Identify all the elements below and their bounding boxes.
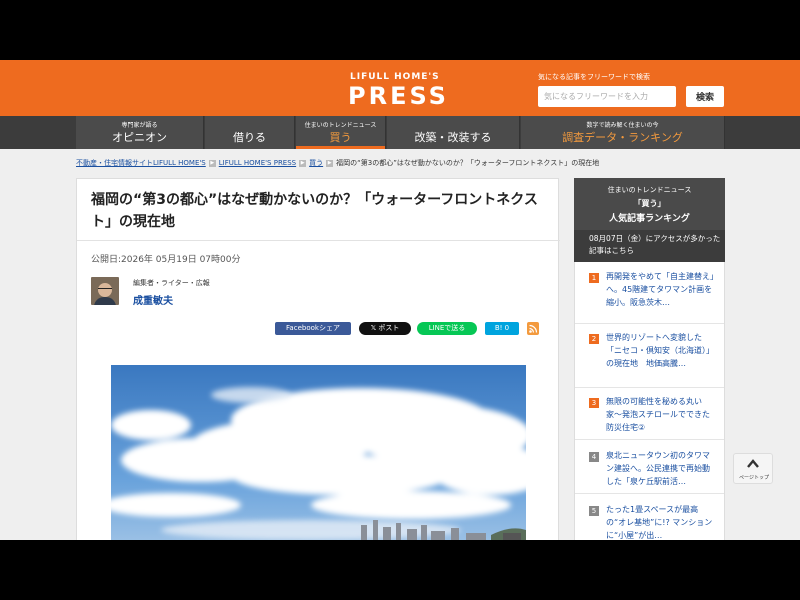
ranking-item-2[interactable]: 2 世界的リゾートへ変貌した「ニセコ・倶知安（北海道）」の現在地 地価高騰… — [575, 324, 724, 388]
nav-renovate[interactable]: 改築・改装する — [387, 116, 520, 149]
line-share-button[interactable]: LINEで送る — [417, 322, 477, 335]
nav-opinion[interactable]: 専門家が語る オピニオン — [76, 116, 204, 149]
ranking-list: 1 再開発をやめて「自主建替え」へ。45階建てタワマン計画を縮小。阪急茨木… 2… — [574, 262, 725, 540]
chevron-right-icon: ▶ — [299, 159, 307, 167]
x-post-button[interactable]: 𝕏 ポスト — [359, 322, 411, 335]
nav-opinion-sub: 専門家が語る — [121, 122, 158, 129]
rank-number: 3 — [589, 398, 599, 408]
ranking-item-5[interactable]: 5 たった1畳スペースが最高の“オレ基地”に!? マンションに“小屋”が出… — [575, 494, 724, 540]
breadcrumb-press[interactable]: LIFULL HOME'S PRESS — [219, 159, 296, 167]
breadcrumb-home[interactable]: 不動産・住宅情報サイトLIFULL HOME'S — [76, 159, 206, 167]
article-card: 福岡の“第3の都心”はなぜ動かないのか？「ウォーターフロントネクスト」の現在地 … — [76, 178, 560, 540]
rank-number: 5 — [589, 506, 599, 516]
nav-data-ranking-sub: 数字で読み解く住まいの今 — [586, 122, 659, 129]
nav-buy-label: 買う — [329, 131, 352, 144]
nav-renovate-label: 改築・改装する — [414, 131, 492, 144]
chevron-right-icon: ▶ — [208, 159, 216, 167]
site-logo[interactable]: PRESS — [348, 82, 449, 110]
rank-number: 4 — [589, 452, 599, 462]
logo-top-text[interactable]: LIFULL HOME'S — [350, 72, 440, 82]
ranking-item-title[interactable]: 再開発をやめて「自主建替え」へ。45階建てタワマン計画を縮小。阪急茨木… — [606, 270, 714, 309]
ranking-item-title[interactable]: 無限の可能性を秘める丸い家〜発泡スチロールでできた防災住宅② — [606, 395, 714, 434]
search-button[interactable]: 検索 — [686, 86, 724, 107]
ranking-item-title[interactable]: 世界的リゾートへ変貌した「ニセコ・倶知安（北海道）」の現在地 地価高騰… — [606, 331, 714, 370]
nav-buy[interactable]: 住まいのトレンドニュース 買う — [296, 116, 386, 149]
ranking-note: 08月07日（金）にアクセスが多かった記事はこちら — [574, 230, 725, 262]
ranking-header-category: 「買う」 — [633, 199, 666, 208]
ranking-header-title: 人気記事ランキング — [609, 214, 690, 224]
chevron-up-icon — [747, 459, 759, 468]
search-caption: 気になる記事をフリーワードで検索 — [538, 73, 650, 81]
ranking-item-1[interactable]: 1 再開発をやめて「自主建替え」へ。45階建てタワマン計画を縮小。阪急茨木… — [575, 262, 724, 324]
nav-buy-sub: 住まいのトレンドニュース — [304, 122, 377, 129]
nav-rent[interactable]: 借りる — [205, 116, 295, 149]
page-top-button[interactable]: ページトップ — [733, 453, 773, 484]
global-nav: 専門家が語る オピニオン 借りる 住まいのトレンドニュース 買う 改築・改装する… — [0, 116, 800, 149]
hero-photo-fukuoka-waterfront — [111, 365, 526, 540]
author-name-link[interactable]: 成重敏夫 — [133, 292, 173, 307]
article-title: 福岡の“第3の都心”はなぜ動かないのか？「ウォーターフロントネクスト」の現在地 — [91, 192, 538, 230]
chevron-right-icon: ▶ — [326, 159, 334, 167]
web-page: LIFULL HOME'S PRESS 気になる記事をフリーワードで検索 検索 … — [0, 60, 800, 540]
search-input[interactable] — [538, 86, 676, 107]
hatena-bookmark-button[interactable]: B! 0 — [485, 322, 519, 335]
ranking-item-3[interactable]: 3 無限の可能性を秘める丸い家〜発泡スチロールでできた防災住宅② — [575, 388, 724, 440]
rank-number: 1 — [589, 273, 599, 283]
nav-renovate-sub — [387, 120, 519, 128]
nav-rent-label: 借りる — [233, 131, 266, 144]
ranking-header: 住まいのトレンドニュース 「買う」 人気記事ランキング — [574, 178, 725, 230]
author-avatar[interactable] — [91, 277, 119, 305]
ranking-header-sub: 住まいのトレンドニュース — [607, 186, 692, 194]
breadcrumb-category[interactable]: 買う — [309, 159, 323, 167]
title-divider — [77, 240, 560, 241]
nav-rent-sub — [205, 120, 294, 128]
breadcrumb: 不動産・住宅情報サイトLIFULL HOME'S ▶ LIFULL HOME'S P… — [76, 158, 599, 168]
breadcrumb-current: 福岡の“第3の都心”はなぜ動かないのか？「ウォーターフロントネクスト」の現在地 — [336, 159, 600, 167]
publish-date: 公開日:2026年 05月19日 07時00分 — [91, 255, 241, 265]
page-top-label: ページトップ — [739, 475, 769, 481]
rank-number: 2 — [589, 334, 599, 344]
nav-data-ranking-label: 調査データ・ランキング — [562, 131, 683, 144]
facebook-share-button[interactable]: Facebookシェア — [275, 322, 351, 335]
nav-data-ranking[interactable]: 数字で読み解く住まいの今 調査データ・ランキング — [521, 116, 725, 149]
ranking-item-4[interactable]: 4 泉北ニュータウン初のタワマン建設へ。公民連携で再始動した「泉ケ丘駅前活… — [575, 440, 724, 494]
ranking-item-title[interactable]: たった1畳スペースが最高の“オレ基地”に!? マンションに“小屋”が出… — [606, 503, 714, 540]
rss-icon[interactable] — [527, 322, 539, 335]
site-header: LIFULL HOME'S PRESS 気になる記事をフリーワードで検索 検索 — [0, 60, 800, 116]
author-role: 編集者・ライター・広報 — [133, 279, 210, 287]
ranking-item-title[interactable]: 泉北ニュータウン初のタワマン建設へ。公民連携で再始動した「泉ケ丘駅前活… — [606, 449, 714, 488]
nav-opinion-label: オピニオン — [112, 131, 167, 144]
